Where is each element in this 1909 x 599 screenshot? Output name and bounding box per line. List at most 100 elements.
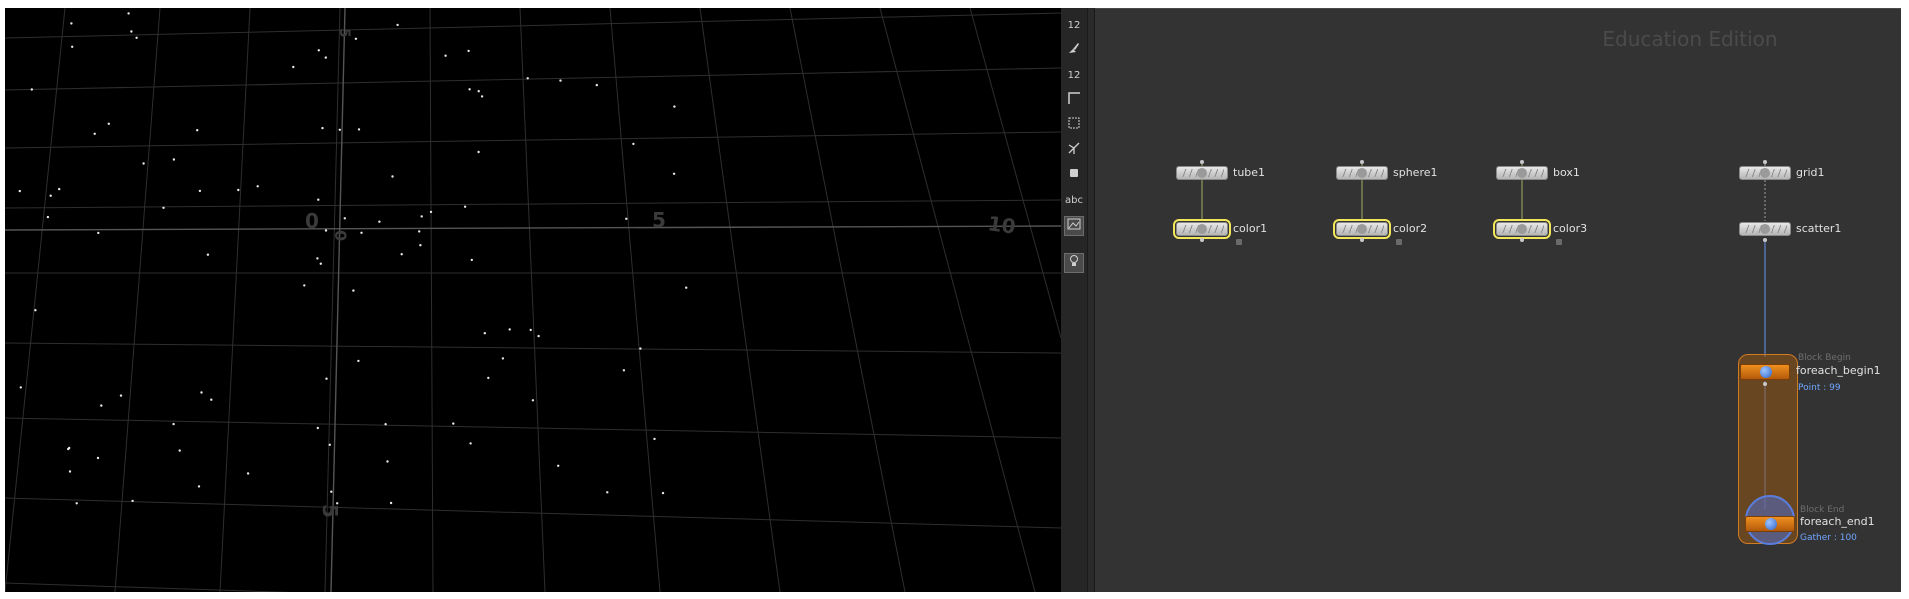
output-port[interactable] xyxy=(1360,238,1364,242)
scene-viewport[interactable]: 5 0 0 5 10 5 xyxy=(5,8,1061,592)
scatter-point xyxy=(444,54,447,57)
scatter-point xyxy=(49,194,52,197)
scatter-point xyxy=(672,172,676,175)
node-scatter1[interactable] xyxy=(1739,222,1791,236)
output-port[interactable] xyxy=(1520,238,1524,242)
normals-icon[interactable] xyxy=(1064,141,1084,161)
node-flag-icon xyxy=(1556,239,1562,245)
output-port[interactable] xyxy=(1763,238,1767,242)
lightbulb-icon[interactable] xyxy=(1064,253,1084,273)
node-label-tube1: tube1 xyxy=(1233,166,1266,179)
scatter-point xyxy=(317,198,320,201)
scatter-point xyxy=(19,386,22,389)
node-label-sphere1: sphere1 xyxy=(1393,166,1438,179)
node-label-color1: color1 xyxy=(1233,222,1268,235)
scatter-point xyxy=(537,334,540,338)
scatter-point xyxy=(531,399,535,402)
node-grid1[interactable] xyxy=(1739,166,1791,180)
scatter-point xyxy=(477,150,480,154)
scatter-point xyxy=(508,328,511,331)
axis-label-z0: 0 xyxy=(331,230,350,241)
output-port[interactable] xyxy=(1763,382,1767,386)
block-end-info: Gather : 100 xyxy=(1800,533,1857,543)
node-label-scatter1: scatter1 xyxy=(1796,222,1842,235)
scatter-point xyxy=(420,215,423,218)
pane-splitter[interactable] xyxy=(1087,8,1095,592)
scatter-point xyxy=(632,142,635,146)
scatter-point xyxy=(162,206,165,209)
scatter-point xyxy=(357,128,361,131)
node-foreach-begin1[interactable] xyxy=(1740,364,1790,380)
scatter-point xyxy=(501,357,505,360)
bounding-box-icon[interactable] xyxy=(1064,116,1084,136)
scatter-point xyxy=(317,49,320,52)
image-overlay-icon[interactable] xyxy=(1064,216,1084,236)
node-color3[interactable] xyxy=(1493,219,1551,239)
input-port[interactable] xyxy=(1763,160,1767,164)
scatter-point xyxy=(71,45,74,48)
scatter-point xyxy=(529,328,532,332)
stop-icon[interactable] xyxy=(1064,166,1084,186)
viewport-display-toolbar: 12 12 abc xyxy=(1061,8,1087,592)
node-label-color2: color2 xyxy=(1393,222,1428,235)
scatter-point xyxy=(70,22,73,25)
node-label-box1: box1 xyxy=(1553,166,1580,179)
node-box1[interactable] xyxy=(1496,166,1548,180)
block-end-icon xyxy=(1765,518,1777,530)
network-editor[interactable]: Education Edition tube1 sphere1 box1 gri… xyxy=(1095,8,1901,592)
scatter-point xyxy=(135,36,138,39)
scatter-point xyxy=(325,377,328,380)
scatter-point xyxy=(360,231,363,234)
scatter-point xyxy=(319,262,322,265)
scatter-point xyxy=(352,289,355,292)
scatter-point xyxy=(396,23,399,27)
scatter-point xyxy=(93,132,96,135)
point-numbers-icon[interactable]: 12 xyxy=(1064,16,1084,36)
scatter-point xyxy=(196,129,199,132)
node-color1[interactable] xyxy=(1173,219,1231,239)
brush-icon[interactable] xyxy=(1064,41,1084,61)
scatter-point xyxy=(246,472,250,475)
node-sphere1[interactable] xyxy=(1336,166,1388,180)
scatter-point xyxy=(526,77,529,80)
scatter-point xyxy=(330,490,333,493)
perspective-grid: 5 0 0 5 10 5 xyxy=(5,8,1061,592)
scatter-point xyxy=(384,423,387,426)
node-foreach-end1[interactable] xyxy=(1745,516,1795,532)
input-port[interactable] xyxy=(1520,160,1524,164)
scatter-point xyxy=(198,189,202,193)
scatter-point xyxy=(18,189,21,193)
block-end-type-label: Block End xyxy=(1800,505,1845,515)
prim-numbers-icon[interactable]: 12 xyxy=(1064,66,1084,86)
node-label-foreach-end1: foreach_end1 xyxy=(1800,515,1875,528)
scatter-point xyxy=(483,332,486,335)
node-color2[interactable] xyxy=(1333,219,1391,239)
scatter-point xyxy=(67,447,70,451)
node-tube1[interactable] xyxy=(1176,166,1228,180)
axis-label-z5-top: 5 xyxy=(336,28,352,38)
node-label-grid1: grid1 xyxy=(1796,166,1825,179)
corner-icon[interactable] xyxy=(1064,91,1084,111)
node-flag-icon xyxy=(1236,239,1242,245)
scatter-point xyxy=(172,422,175,426)
scatter-point xyxy=(200,391,203,394)
scatter-point xyxy=(470,258,473,262)
scatter-point xyxy=(468,88,471,91)
node-label-color3: color3 xyxy=(1553,222,1588,235)
scatter-point xyxy=(46,215,50,219)
scatter-point xyxy=(142,162,145,165)
scatter-point xyxy=(324,56,327,59)
scatter-point xyxy=(178,449,181,452)
scatter-point xyxy=(30,88,33,91)
axis-label-x0: 0 xyxy=(305,209,319,233)
output-port[interactable] xyxy=(1200,238,1204,242)
scatter-point xyxy=(75,502,78,505)
input-port[interactable] xyxy=(1360,160,1364,164)
input-port[interactable] xyxy=(1200,160,1204,164)
scatter-point xyxy=(303,284,306,287)
scatter-point xyxy=(97,231,100,235)
scatter-point xyxy=(386,460,389,463)
sphere-icon xyxy=(1357,168,1367,178)
text-abc-icon[interactable]: abc xyxy=(1064,191,1084,211)
scatter-point xyxy=(673,105,676,108)
